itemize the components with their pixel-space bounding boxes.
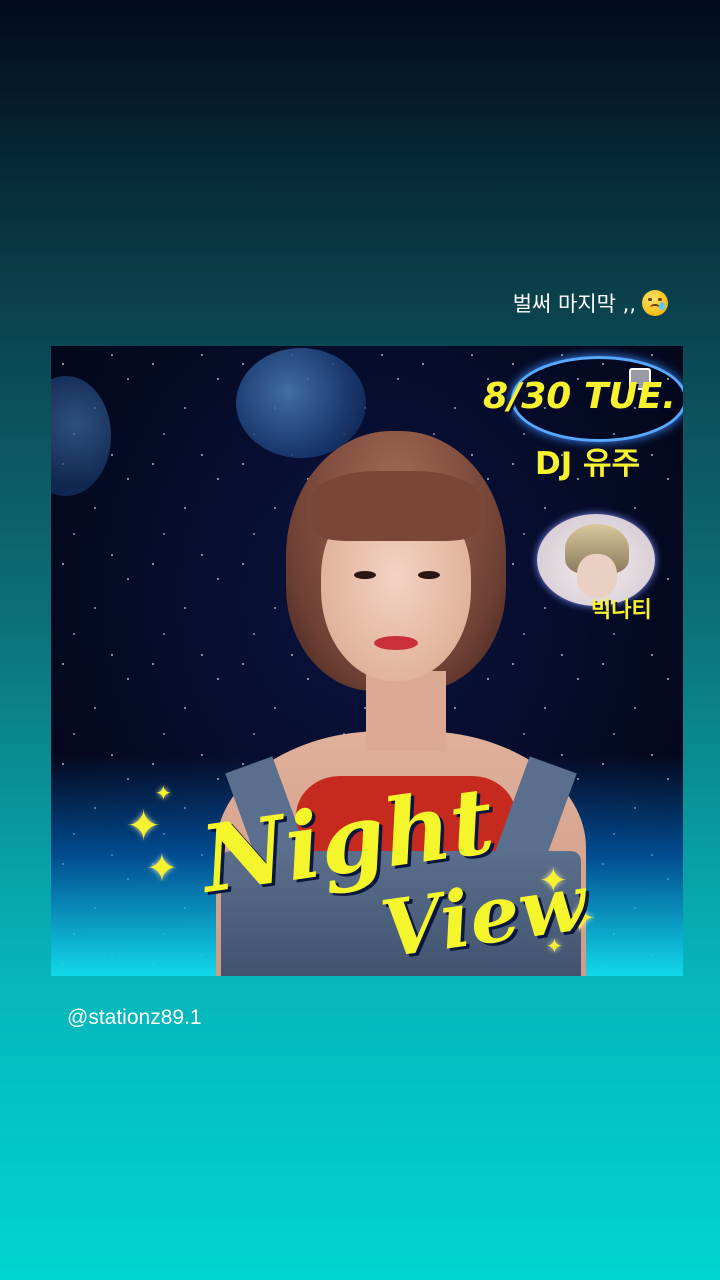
crying-face-icon <box>642 290 668 316</box>
caption-text: 벌써 마지막 ,, <box>512 292 636 316</box>
sparkle-icon: ✦ <box>155 781 172 805</box>
broadcast-date: 8/30 TUE. <box>483 376 676 417</box>
guest-name: 빅나티 <box>591 598 652 623</box>
dj-name: DJ 유주 <box>535 446 641 482</box>
sparkle-icon: ✦ <box>126 801 162 850</box>
story-caption: 벌써 마지막 ,, <box>513 288 668 318</box>
sparkle-icon: ✦ <box>146 846 178 890</box>
shared-post-image[interactable]: 8/30 TUE. DJ 유주 빅나티 ✦ ✦ ✦ ✦ ✦ ✦ Night Vi… <box>51 346 683 976</box>
mention-sticker[interactable]: @stationz89.1 <box>67 1006 202 1030</box>
